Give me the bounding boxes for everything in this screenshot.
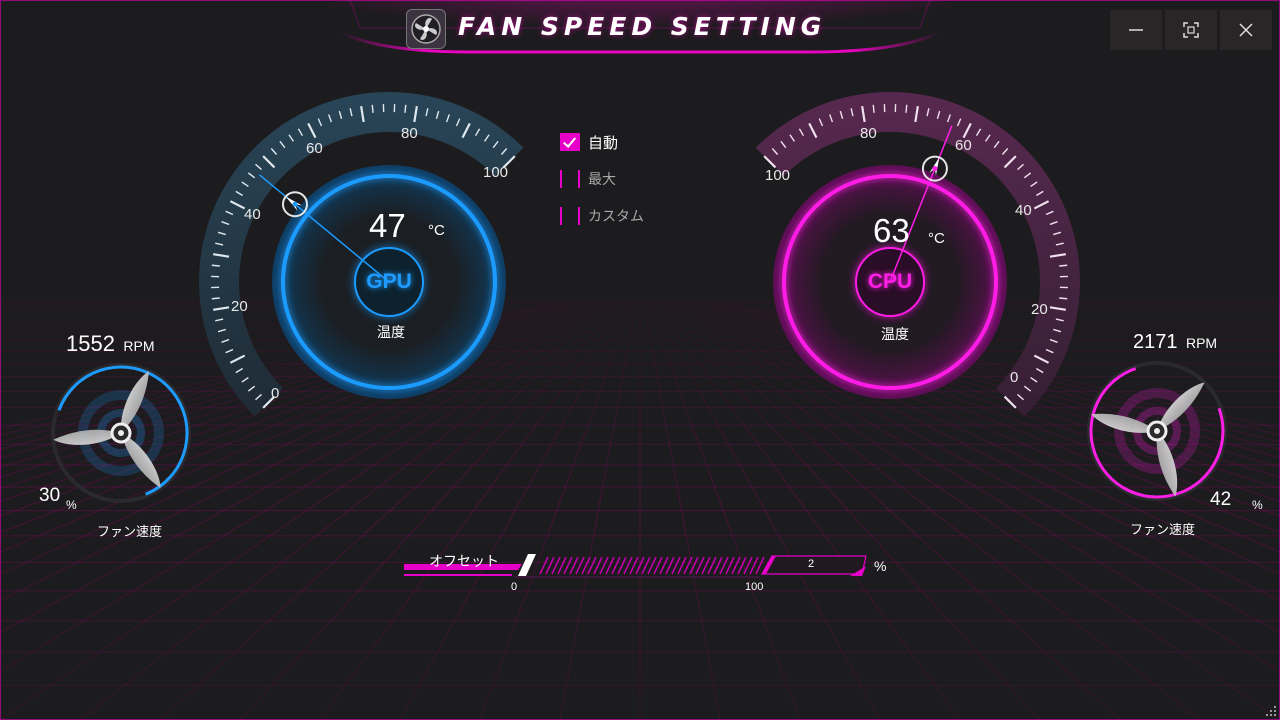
offset-label: オフセット	[429, 553, 499, 569]
mode-auto[interactable]: 自動	[560, 131, 618, 153]
cpu-fan-rpm-unit: RPM	[1185, 335, 1218, 351]
gpu-label: GPU	[366, 270, 412, 293]
cpu-tick-40: 40	[1015, 202, 1032, 219]
gpu-fan-icon	[51, 363, 191, 503]
gpu-tick-0: 0	[271, 385, 280, 402]
offset-unit: %	[874, 558, 887, 574]
gpu-tick-80: 80	[401, 125, 418, 142]
cpu-fan-percent-value: 42	[1210, 489, 1232, 510]
cpu-gauge-tick	[872, 104, 875, 113]
gpu-gauge-tick	[211, 297, 220, 300]
cpu-gauge	[755, 92, 1080, 417]
cpu-fan-icon	[1087, 361, 1227, 501]
cpu-tick-0: 0	[1010, 369, 1019, 386]
cpu-fan-percent-unit: %	[1252, 498, 1263, 512]
cpu-gauge-tick	[1059, 297, 1068, 300]
cpu-temperature-caption: 温度	[881, 326, 909, 342]
mode-custom[interactable]: カスタム	[560, 205, 644, 227]
cpu-tick-80: 80	[860, 125, 877, 142]
gauge-layer	[51, 92, 1227, 578]
gpu-fan-caption: ファン速度	[97, 524, 163, 539]
gpu-tick-20: 20	[231, 298, 248, 315]
gpu-fan-rpm-value: 1552	[66, 331, 115, 356]
cpu-fan-caption: ファン速度	[1130, 522, 1196, 537]
cpu-label: CPU	[867, 270, 913, 293]
gpu-fan-percent-unit: %	[66, 498, 77, 512]
mode-max-label: 最大	[588, 171, 616, 187]
mode-auto-checkbox[interactable]	[560, 133, 580, 151]
gpu-gauge-tick	[371, 104, 374, 113]
offset-value-input[interactable]: 2	[808, 558, 814, 570]
gpu-tick-40: 40	[244, 206, 261, 223]
cpu-temperature-unit: °C	[928, 230, 945, 247]
cpu-tick-60: 60	[955, 137, 972, 154]
mode-custom-checkbox[interactable]	[560, 207, 580, 225]
cpu-tick-20: 20	[1031, 301, 1048, 318]
offset-max-label: 100	[745, 581, 764, 593]
gpu-temperature-unit: °C	[428, 222, 445, 239]
cpu-tick-100: 100	[765, 167, 791, 184]
cpu-temperature-value: 63	[873, 212, 910, 249]
gpu-fan-percent-value: 30	[39, 485, 61, 506]
gpu-temperature-value: 47	[369, 207, 406, 244]
mode-max-checkbox[interactable]	[560, 170, 580, 188]
cpu-fan-rpm-value: 2171	[1133, 331, 1178, 353]
gpu-gauge-tick	[404, 104, 407, 113]
gpu-temperature-caption: 温度	[377, 324, 405, 340]
gpu-tick-100: 100	[483, 164, 509, 181]
mode-max[interactable]: 最大	[560, 168, 616, 190]
cpu-fan-rpm: 2171 RPM	[1133, 331, 1217, 354]
cpu-gauge-tick	[905, 104, 908, 113]
cpu-gauge-tick	[1059, 264, 1068, 267]
gpu-fan-rpm: 1552 RPM	[66, 331, 155, 357]
gpu-gauge-tick	[211, 264, 220, 267]
mode-custom-label: カスタム	[588, 208, 644, 224]
mode-auto-label: 自動	[588, 134, 619, 152]
gpu-tick-60: 60	[306, 140, 323, 157]
gpu-gauge	[199, 92, 524, 417]
gpu-fan-rpm-unit: RPM	[123, 338, 155, 354]
offset-min-label: 0	[511, 581, 518, 593]
resize-grip-icon[interactable]	[1264, 704, 1278, 718]
